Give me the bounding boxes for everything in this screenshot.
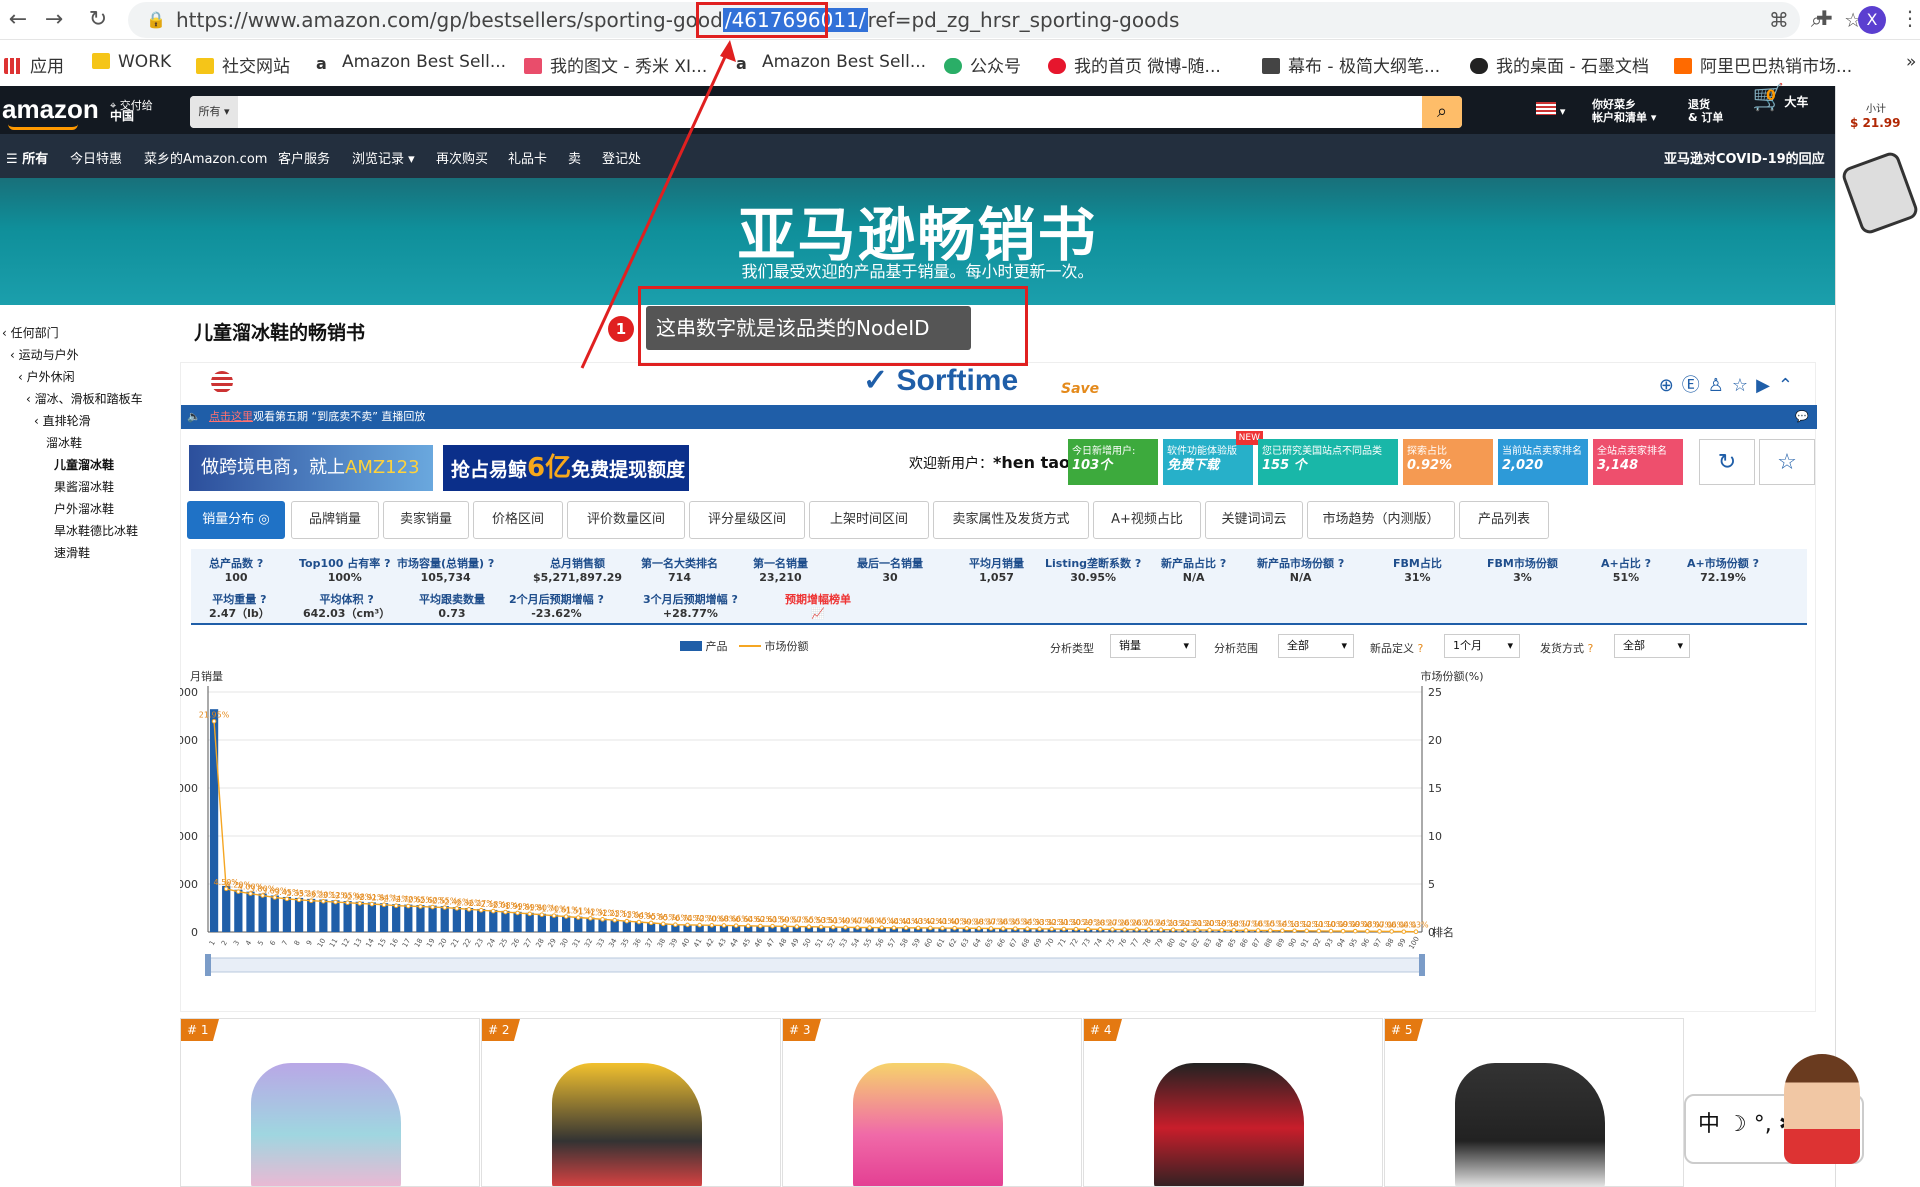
presenter-avatar	[1784, 1054, 1860, 1164]
annotation-arrow	[580, 40, 736, 369]
annotation-text: 这串数字就是该品类的NodeID	[646, 306, 971, 350]
annotation-number: 1	[608, 316, 634, 342]
arrow-head	[720, 40, 736, 62]
